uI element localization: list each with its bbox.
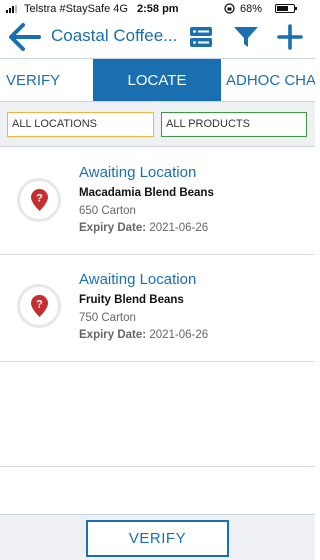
tab-adhoc-change[interactable]: ADHOC CHAR <box>226 59 315 101</box>
expiry-label: Expiry Date: <box>79 329 147 341</box>
item-quantity: 650 Carton <box>79 205 136 217</box>
empty-row <box>0 362 315 467</box>
verify-button[interactable]: VERIFY <box>86 520 229 557</box>
item-status: Awaiting Location <box>79 164 197 181</box>
tab-locate[interactable]: LOCATE <box>93 59 221 101</box>
filter-bar: ALL LOCATIONS ALL PRODUCTS <box>0 102 315 147</box>
signal-icon <box>6 5 17 13</box>
battery-percent: 68% <box>240 3 263 15</box>
item-expiry: Expiry Date: 2021-06-26 <box>79 329 208 341</box>
expiry-value: 2021-06-26 <box>149 222 209 234</box>
expiry-label: Expiry Date: <box>79 222 147 234</box>
rotation-lock-icon <box>224 3 235 17</box>
tab-bar: VERIFY LOCATE ADHOC CHAR <box>0 58 315 102</box>
item-product: Fruity Blend Beans <box>79 294 184 306</box>
tab-verify[interactable]: VERIFY <box>6 59 60 101</box>
list-item[interactable]: ? Awaiting Location Macadamia Blend Bean… <box>0 148 315 255</box>
product-filter[interactable]: ALL PRODUCTS <box>161 112 307 137</box>
item-status: Awaiting Location <box>79 271 197 288</box>
battery-icon <box>275 4 297 13</box>
page-title: Coastal Coffee... <box>51 26 177 45</box>
list-item[interactable]: ? Awaiting Location Fruity Blend Beans 7… <box>0 255 315 362</box>
location-unknown-icon: ? <box>17 284 61 328</box>
bottom-bar: VERIFY <box>0 514 315 560</box>
location-unknown-icon: ? <box>17 178 61 222</box>
svg-text:?: ? <box>36 193 43 205</box>
status-bar: Telstra #StaySafe 4G 2:58 pm 68% <box>0 0 315 18</box>
item-expiry: Expiry Date: 2021-06-26 <box>79 222 208 234</box>
funnel-icon[interactable] <box>233 24 261 50</box>
server-list-icon[interactable] <box>188 24 216 50</box>
nav-bar: Coastal Coffee... <box>0 18 315 58</box>
expiry-value: 2021-06-26 <box>149 329 209 341</box>
item-product: Macadamia Blend Beans <box>79 187 214 199</box>
plus-icon[interactable] <box>277 24 305 50</box>
svg-text:?: ? <box>36 299 43 311</box>
clock: 2:58 pm <box>137 3 179 15</box>
item-quantity: 750 Carton <box>79 312 136 324</box>
carrier-label: Telstra #StaySafe 4G <box>24 3 128 15</box>
arrow-left-icon[interactable] <box>6 22 42 52</box>
location-filter[interactable]: ALL LOCATIONS <box>7 112 154 137</box>
